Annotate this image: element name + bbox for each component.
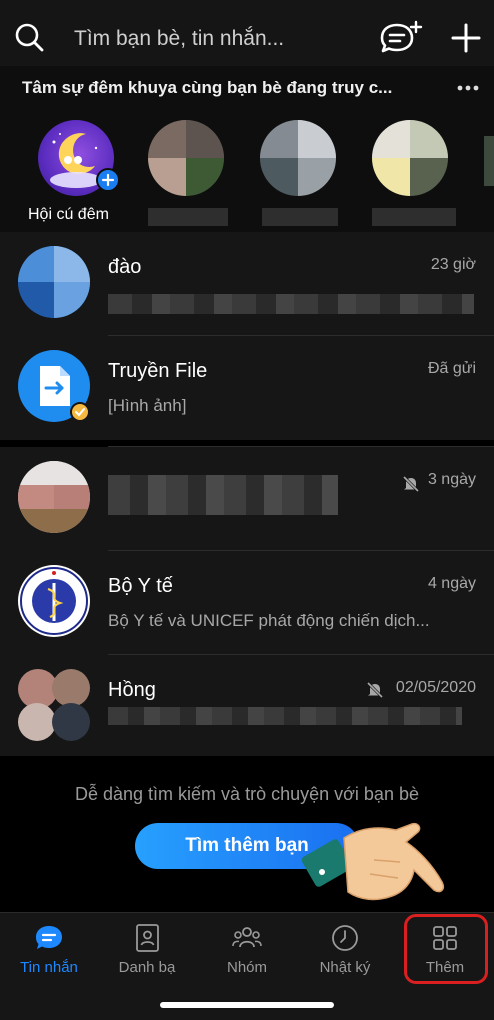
- chat-time: 3 ngày: [427, 471, 476, 488]
- chat-time: 4 ngày: [427, 575, 476, 592]
- chat-item[interactable]: 3 ngày: [0, 447, 494, 551]
- chat-time: 02/05/2020: [395, 679, 476, 696]
- chat-item[interactable]: Bộ Y tế Bộ Y tế và UNICEF phát động chiế…: [0, 551, 494, 655]
- tab-label: Nhật ký: [319, 959, 371, 976]
- file-transfer-avatar: [18, 350, 90, 422]
- verified-badge-icon: [70, 402, 90, 422]
- tab-timeline[interactable]: Nhật ký: [296, 913, 394, 993]
- chat-preview-blurred: [108, 707, 462, 725]
- story-label: Hội cú đêm: [28, 206, 109, 223]
- search-icon[interactable]: [14, 22, 44, 52]
- contacts-icon: [136, 924, 159, 952]
- chat-preview: Bộ Y tế và UNICEF phát động chiến dịch..…: [108, 611, 430, 630]
- tab-label: Nhóm: [226, 959, 267, 976]
- chat-bubble-icon: [36, 926, 62, 949]
- chat-preview: [Hình ảnh]: [108, 396, 187, 415]
- plus-icon[interactable]: [450, 22, 482, 54]
- clock-icon: [332, 925, 358, 951]
- story-avatar[interactable]: [148, 120, 224, 196]
- highlight-box: [404, 914, 488, 984]
- stories-title: Tâm sự đêm khuya cùng bạn bè đang truy c…: [22, 78, 393, 97]
- stories-section: Tâm sự đêm khuya cùng bạn bè đang truy c…: [0, 66, 494, 232]
- mute-bell-icon: [402, 475, 420, 493]
- chat-item[interactable]: Truyền File [Hình ảnh] Đã gửi: [0, 336, 494, 440]
- group-icon: [232, 927, 262, 948]
- pointing-hand-icon: [301, 822, 445, 901]
- tab-label: Tin nhắn: [20, 959, 78, 976]
- more-options-icon[interactable]: [456, 84, 480, 92]
- tab-groups[interactable]: Nhóm: [198, 913, 296, 993]
- avatar: [18, 246, 90, 318]
- new-message-icon[interactable]: [378, 20, 424, 56]
- chat-item[interactable]: Hồng 02/05/2020: [0, 655, 494, 759]
- find-friends-message: Dễ dàng tìm kiếm và trò chuyện với bạn b…: [75, 784, 419, 804]
- ministry-of-health-logo: [18, 565, 90, 637]
- chat-time: 23 giờ: [430, 256, 476, 273]
- tab-messages[interactable]: Tin nhắn: [0, 913, 98, 993]
- health-caduceus-icon: [20, 567, 88, 635]
- chat-name: Hồng: [108, 679, 156, 701]
- group-avatar: [18, 669, 90, 741]
- story-avatar[interactable]: [372, 120, 448, 196]
- story-avatar[interactable]: [260, 120, 336, 196]
- chat-time: Đã gửi: [427, 360, 476, 377]
- chat-name: đào: [108, 256, 142, 278]
- chat-name: Truyền File: [108, 360, 208, 382]
- story-owl-avatar[interactable]: [38, 120, 120, 196]
- add-story-icon[interactable]: [96, 168, 120, 192]
- chat-preview-blurred: [108, 294, 474, 314]
- story-label-blurred: [148, 208, 228, 226]
- avatar: [18, 461, 90, 533]
- story-label-blurred: [372, 208, 456, 226]
- tab-label: Danh bạ: [118, 959, 176, 976]
- story-avatar-partial[interactable]: [484, 136, 494, 186]
- chat-item[interactable]: đào 23 giờ: [0, 232, 494, 336]
- chat-name-blurred: [108, 475, 338, 515]
- search-input[interactable]: Tìm bạn bè, tin nhắn...: [74, 27, 284, 51]
- tab-contacts[interactable]: Danh bạ: [98, 913, 196, 993]
- story-label-blurred: [262, 208, 338, 226]
- chat-name: Bộ Y tế: [108, 575, 173, 597]
- mute-bell-icon: [366, 681, 384, 699]
- home-indicator: [160, 1002, 334, 1008]
